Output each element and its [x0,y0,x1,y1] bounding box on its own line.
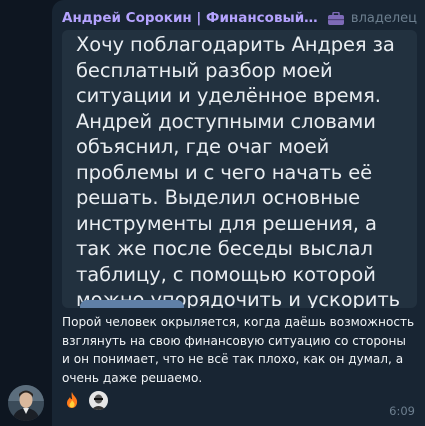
fire-reaction[interactable] [62,390,82,410]
briefcase-icon [327,11,345,25]
quote-text: Хочу поблагодарить Андрея за бесплатный … [76,33,401,308]
sender-name[interactable]: Андрей Сорокин | Финансовый консул... [62,10,319,26]
quote-preview-bar [80,300,184,308]
person-avatar-icon [8,385,44,421]
message-bubble[interactable]: Андрей Сорокин | Финансовый консул... вл… [52,0,425,426]
message-header: Андрей Сорокин | Финансовый консул... вл… [62,8,417,28]
user-avatar-icon [88,390,108,410]
user-reaction[interactable] [88,390,108,410]
message-text: Порой человек окрыляется, когда даёшь во… [62,315,415,385]
message-time: 6:09 [389,404,415,418]
sender-avatar[interactable] [8,385,44,421]
role-badge: владелец [350,10,417,26]
fire-icon [67,392,78,408]
quoted-message[interactable]: Хочу поблагодарить Андрея за бесплатный … [62,30,417,308]
reactions-bar [62,390,108,410]
